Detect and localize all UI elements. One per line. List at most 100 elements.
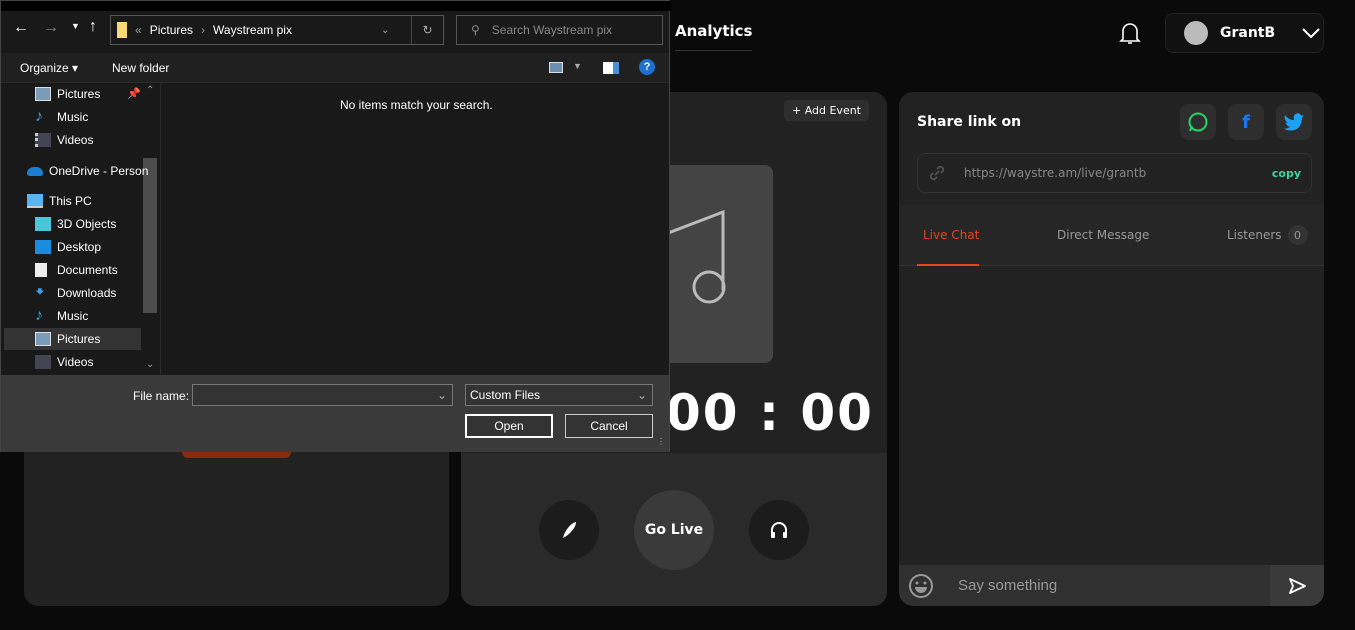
view-options-icon[interactable] xyxy=(549,62,563,73)
breadcrumb-item[interactable]: Waystream pix xyxy=(213,23,292,37)
file-type-value: Custom Files xyxy=(470,388,541,402)
facebook-button[interactable]: f xyxy=(1228,104,1264,140)
chat-tabs: Live Chat Direct Message Listeners 0 xyxy=(899,205,1324,266)
pin-icon: 📌 xyxy=(127,88,141,100)
back-icon[interactable]: ← xyxy=(13,19,29,37)
timer: 00 : 00 xyxy=(666,384,874,442)
view-dropdown-icon[interactable]: ▼ xyxy=(573,61,582,71)
file-open-dialog: ← → ▼ ↑ « Pictures › Waystream pix ⌄ ↻ ⚲… xyxy=(0,0,671,452)
desktop-icon xyxy=(35,240,51,254)
file-name-label: File name: xyxy=(133,389,190,403)
tab-listeners-label: Listeners xyxy=(1227,228,1282,242)
nav-item-documents[interactable]: Documents xyxy=(35,259,160,281)
facebook-icon: f xyxy=(1242,111,1250,133)
overflow-icon[interactable]: « xyxy=(135,23,142,37)
nav-label: Pictures xyxy=(57,332,101,346)
help-icon[interactable]: ? xyxy=(639,59,655,75)
downloads-icon: 🠻 xyxy=(35,284,45,301)
nav-item-downloads[interactable]: 🠻 Downloads xyxy=(35,282,160,304)
tab-listeners[interactable]: Listeners 0 xyxy=(1227,225,1308,245)
nav-item-videos[interactable]: Videos xyxy=(35,129,160,151)
refresh-icon[interactable]: ↻ xyxy=(411,16,443,44)
nav-label: Documents xyxy=(57,263,118,277)
send-icon xyxy=(1289,577,1306,594)
nav-item-pictures[interactable]: Pictures xyxy=(35,83,160,105)
user-menu[interactable]: GrantB xyxy=(1165,13,1324,53)
scroll-up-icon[interactable]: ⌃ xyxy=(146,85,154,96)
cancel-button[interactable]: Cancel xyxy=(565,414,653,438)
music-icon: ♪ xyxy=(35,307,43,324)
send-button[interactable] xyxy=(1270,565,1324,606)
active-tab-indicator xyxy=(917,264,979,266)
3d-objects-icon xyxy=(35,217,51,231)
chat-input[interactable]: Say something xyxy=(958,577,1270,594)
go-live-label: Go Live xyxy=(644,522,704,538)
album-art xyxy=(662,165,773,363)
bell-icon[interactable] xyxy=(1118,20,1142,46)
chevron-down-icon xyxy=(1302,28,1320,39)
file-type-select[interactable]: Custom Files ⌄ xyxy=(465,384,653,406)
nav-label: OneDrive - Person xyxy=(49,164,149,178)
nav-item-this-pc[interactable]: This PC xyxy=(27,190,160,212)
emoji-icon[interactable] xyxy=(908,573,934,599)
go-live-button[interactable]: Go Live xyxy=(634,490,714,570)
new-folder-button[interactable]: New folder xyxy=(112,61,169,75)
chevron-down-icon[interactable]: ⌄ xyxy=(381,25,411,36)
chevron-right-icon: › xyxy=(201,23,206,37)
empty-message: No items match your search. xyxy=(340,98,493,112)
nav-item-desktop[interactable]: Desktop xyxy=(35,236,160,258)
pictures-icon xyxy=(35,87,51,101)
nav-label: 3D Objects xyxy=(57,217,117,231)
videos-icon xyxy=(35,133,51,147)
breadcrumb-item[interactable]: Pictures xyxy=(150,23,193,37)
address-bar[interactable]: « Pictures › Waystream pix ⌄ ↻ xyxy=(110,15,444,45)
search-input[interactable]: ⚲ Search Waystream pix xyxy=(456,15,663,45)
headphones-button[interactable] xyxy=(749,500,809,560)
nav-item-music[interactable]: ♪ Music xyxy=(35,305,160,327)
listeners-count: 0 xyxy=(1287,225,1308,245)
nav-label: Music xyxy=(57,110,89,124)
preview-pane-icon[interactable] xyxy=(603,62,619,74)
nav-item-pictures[interactable]: Pictures xyxy=(35,328,160,350)
recent-dropdown-icon[interactable]: ▼ xyxy=(71,21,80,31)
edit-button[interactable] xyxy=(539,500,599,560)
link-icon xyxy=(929,165,945,181)
headphones-icon xyxy=(771,522,787,538)
nav-item-music[interactable]: ♪ Music xyxy=(35,106,160,128)
tab-direct-message[interactable]: Direct Message xyxy=(1057,228,1149,242)
nav-analytics[interactable]: Analytics xyxy=(675,22,753,51)
resize-grip-icon[interactable]: ⋮ xyxy=(657,437,665,446)
nav-item-onedrive[interactable]: OneDrive - Person xyxy=(27,160,160,182)
up-icon[interactable]: ↑ xyxy=(89,18,97,36)
add-event-label: Add Event xyxy=(804,104,861,117)
user-name: GrantB xyxy=(1220,25,1276,41)
share-link-field[interactable]: https://waystre.am/live/grantb copy xyxy=(917,153,1312,193)
chevron-down-icon: ⌄ xyxy=(636,388,647,402)
onedrive-icon xyxy=(27,166,43,176)
dialog-toolbar: Organize ▾ New folder ▼ ? xyxy=(1,53,669,83)
nav-label: Desktop xyxy=(57,240,102,254)
add-event-button[interactable]: + Add Event xyxy=(783,100,869,121)
chat-input-bar: Say something xyxy=(899,565,1324,606)
open-button[interactable]: Open xyxy=(465,414,553,438)
navigation-pane: Pictures 📌 ⌃ ⌄ ♪ Music Videos OneDrive - … xyxy=(1,83,161,375)
nav-label: Pictures xyxy=(57,87,101,101)
nav-label: This PC xyxy=(49,194,92,208)
whatsapp-icon xyxy=(1188,112,1208,132)
organize-button[interactable]: Organize ▾ xyxy=(20,61,78,75)
music-icon: ♪ xyxy=(35,108,43,125)
file-name-input[interactable]: ⌄ xyxy=(192,384,453,406)
twitter-button[interactable] xyxy=(1276,104,1312,140)
copy-button[interactable]: copy xyxy=(1272,167,1301,180)
pen-icon xyxy=(563,522,576,538)
chevron-down-icon[interactable]: ⌄ xyxy=(437,388,447,402)
share-card: Share link on f https://waystre.am/live/… xyxy=(899,92,1324,606)
nav-label: Music xyxy=(57,309,89,323)
whatsapp-button[interactable] xyxy=(1180,104,1216,140)
tab-live-chat[interactable]: Live Chat xyxy=(923,228,979,242)
forward-icon[interactable]: → xyxy=(43,19,59,37)
share-url: https://waystre.am/live/grantb xyxy=(964,166,1147,180)
nav-item-videos[interactable]: Videos xyxy=(35,351,160,373)
nav-item-3d-objects[interactable]: 3D Objects xyxy=(35,213,160,235)
avatar xyxy=(1184,21,1208,45)
